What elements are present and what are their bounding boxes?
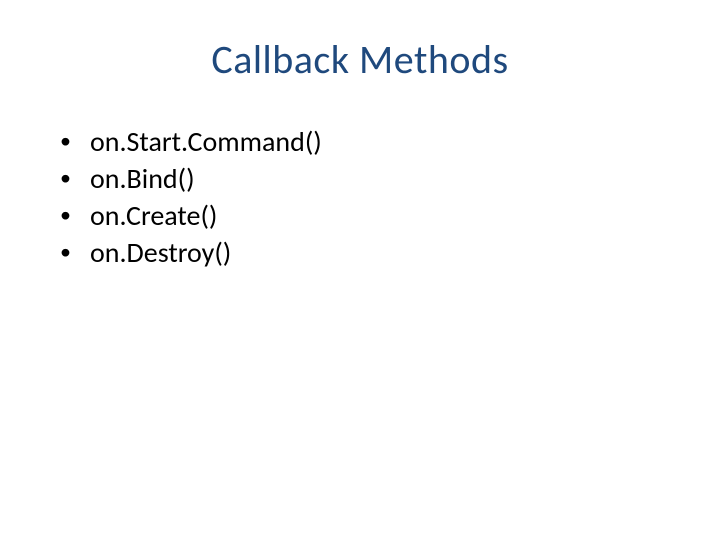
list-item-text: on.Create() [90,198,217,233]
slide-container: Callback Methods • on.Start.Command() • … [0,0,720,540]
list-item-text: on.Bind() [90,161,195,196]
bullet-icon: • [60,124,90,157]
bullet-icon: • [60,161,90,194]
slide-title: Callback Methods [50,35,670,84]
list-item-text: on.Destroy() [90,235,231,270]
bullet-list: • on.Start.Command() • on.Bind() • on.Cr… [50,124,670,270]
list-item-text: on.Start.Command() [90,124,322,159]
bullet-icon: • [60,198,90,231]
list-item: • on.Destroy() [60,235,670,270]
list-item: • on.Create() [60,198,670,233]
list-item: • on.Bind() [60,161,670,196]
bullet-icon: • [60,235,90,268]
list-item: • on.Start.Command() [60,124,670,159]
